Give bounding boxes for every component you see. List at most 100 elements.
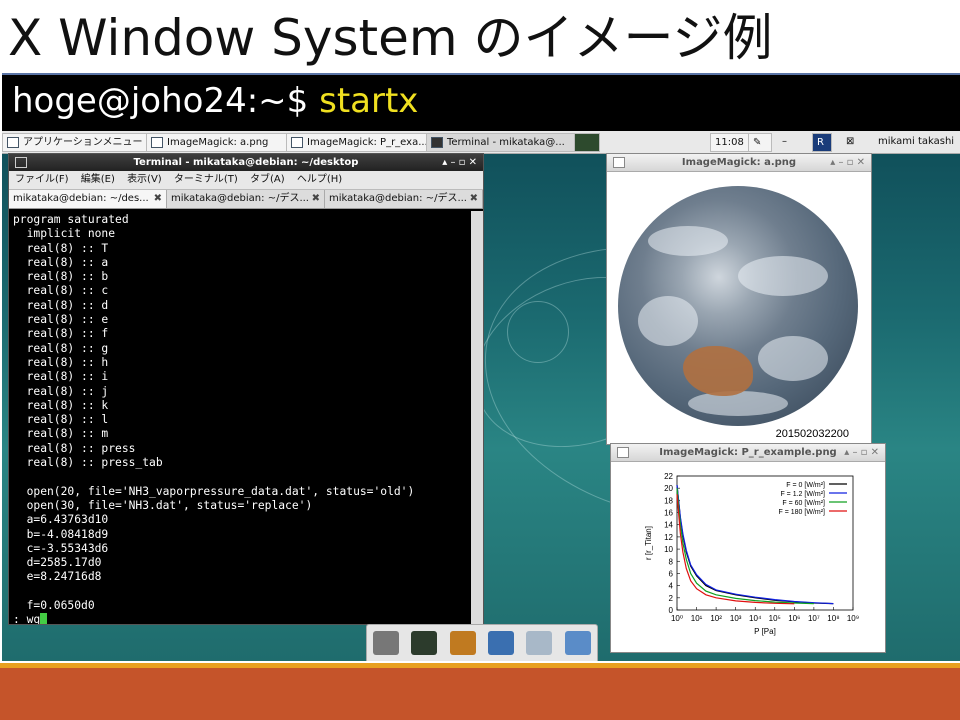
cloud-shape [758,336,828,381]
menu-terminal[interactable]: ターミナル(T) [174,174,238,185]
taskbar-item-terminal[interactable]: Terminal - mikataka@... [426,133,576,152]
terminal-line: d=2585.17d0 [13,556,102,570]
terminal-line: real(8) :: e [13,313,109,327]
terminal-line: real(8) :: T [13,241,109,255]
command-bar: hoge@joho24:~$ startx [2,73,960,133]
app-menu-button[interactable]: アプリケーションメニュー [2,133,150,152]
x-axis-label: P [Pa] [754,627,776,636]
terminal-line: real(8) :: h [13,355,109,369]
x-tick-label: 10³ [730,614,742,623]
vim-command-line[interactable]: : wq [13,613,467,624]
terminal-tab[interactable]: mikataka@debian: ~/des... ✖ [9,190,167,208]
tab-label: mikataka@debian: ~/des... [13,193,149,204]
y-axis-label: r [r_Titan] [644,526,653,560]
tab-label: mikataka@debian: ~/デス... [171,193,309,204]
australia-landmass [683,346,753,396]
image-window-title-bar[interactable]: ImageMagick: a.png ▴ – ▫ ✕ [607,154,871,172]
app-menu-label: アプリケーションメニュー [23,137,143,148]
notification-icon[interactable]: ✎ [748,133,772,152]
menu-edit[interactable]: 編集(E) [81,174,115,185]
image-window-title: ImageMagick: a.png [681,157,797,168]
taskbar-item-p-r-example[interactable]: ImageMagick: P_r_exa... [286,133,428,152]
terminal-window[interactable]: Terminal - mikataka@debian: ~/desktop ▴ … [8,153,484,625]
terminal-line: f=0.0650d0 [13,599,95,613]
terminal-tab[interactable]: mikataka@debian: ~/デス... ✖ [325,190,483,208]
y-tick-label: 20 [664,484,673,493]
close-tab-icon[interactable]: ✖ [312,190,320,208]
image-window-title-bar[interactable]: ImageMagick: P_r_example.png ▴ – ▫ ✕ [611,444,885,462]
terminal-line: program saturated [13,213,129,226]
network-icon[interactable]: ⊠ [842,133,864,150]
terminal-scrollbar[interactable] [471,211,483,624]
user-name[interactable]: mikami takashi [874,133,960,150]
menu-file[interactable]: ファイル(F) [15,174,69,185]
y-tick-label: 18 [664,496,673,505]
app-menu-icon [7,136,19,148]
terminal-icon[interactable] [411,631,438,655]
terminal-menu-bar: ファイル(F) 編集(E) 表示(V) ターミナル(T) タブ(A) ヘルプ(H… [9,171,483,190]
taskbar: アプリケーションメニュー ImageMagick: a.png ImageMag… [2,131,960,154]
x-tick-label: 10⁰ [671,614,683,623]
terminal-output[interactable]: program saturated implicit none real(8) … [9,211,471,624]
plot-frame [676,475,854,611]
image-window-chart[interactable]: ImageMagick: P_r_example.png ▴ – ▫ ✕ 024… [610,443,886,653]
x-tick-label: 10⁴ [749,614,762,623]
window-controls[interactable]: ▴ – ▫ ✕ [830,154,865,171]
shell-prompt: hoge@joho24:~$ [12,81,309,121]
terminal-line: real(8) :: d [13,298,109,312]
close-tab-icon[interactable]: ✖ [470,190,478,208]
terminal-line: open(20, file='NH3_vaporpressure_data.da… [13,484,415,498]
keyboard-icon[interactable]: R [812,133,832,152]
show-desktop-icon[interactable] [373,631,400,655]
window-controls[interactable]: ▴ – ▫ ✕ [442,154,477,171]
terminal-tab-bar: mikataka@debian: ~/des... ✖ mikataka@debi… [9,190,483,209]
menu-view[interactable]: 表示(V) [127,174,162,185]
volume-icon[interactable]: – [778,133,800,150]
y-tick-label: 14 [664,521,673,530]
text-cursor [40,613,48,624]
app-finder-icon[interactable] [526,631,553,655]
terminal-line: real(8) :: i [13,370,109,384]
cloud-shape [648,226,728,256]
footer-band [0,668,960,720]
taskbar-item-label: ImageMagick: P_r_exa... [307,137,428,148]
terminal-title-bar[interactable]: Terminal - mikataka@debian: ~/desktop ▴ … [9,154,483,171]
terminal-line: real(8) :: f [13,327,109,341]
file-manager-icon[interactable] [449,631,476,655]
desktop[interactable]: アプリケーションメニュー ImageMagick: a.png ImageMag… [2,131,960,661]
folder-icon[interactable] [564,631,591,655]
taskbar-item-label: Terminal - mikataka@... [447,137,565,148]
terminal-line: real(8) :: g [13,341,109,355]
startx-command: startx [319,81,419,121]
terminal-line: real(8) :: k [13,398,109,412]
x-tick-label: 10⁶ [788,614,800,623]
terminal-title: Terminal - mikataka@debian: ~/desktop [133,157,359,168]
window-icon [151,136,163,148]
terminal-line: c=-3.55343d6 [13,541,109,555]
x-tick-label: 10⁵ [769,614,781,623]
y-tick-label: 10 [664,545,673,554]
image-window-earth[interactable]: ImageMagick: a.png ▴ – ▫ ✕ 201502032200 [606,153,872,445]
terminal-line: real(8) :: press [13,441,136,455]
menu-help[interactable]: ヘルプ(H) [297,174,342,185]
menu-tabs[interactable]: タブ(A) [250,174,285,185]
workspace-button[interactable] [574,133,600,152]
taskbar-item-a-png[interactable]: ImageMagick: a.png [146,133,288,152]
terminal-line: implicit none [13,227,116,241]
terminal-tab[interactable]: mikataka@debian: ~/デス... ✖ [167,190,325,208]
window-controls[interactable]: ▴ – ▫ ✕ [844,444,879,461]
terminal-line: real(8) :: l [13,413,109,427]
web-browser-icon[interactable] [488,631,515,655]
vim-command: : wq [13,613,41,624]
window-icon [613,157,625,168]
swirl-decoration [507,301,569,363]
close-tab-icon[interactable]: ✖ [154,190,162,208]
terminal-line: real(8) :: c [13,284,109,298]
x-tick-label: 10¹ [691,614,703,623]
terminal-line: open(30, file='NH3.dat', status='replace… [13,498,313,512]
y-tick-label: 6 [669,569,674,578]
window-icon [291,136,303,148]
tab-label: mikataka@debian: ~/デス... [329,193,467,204]
